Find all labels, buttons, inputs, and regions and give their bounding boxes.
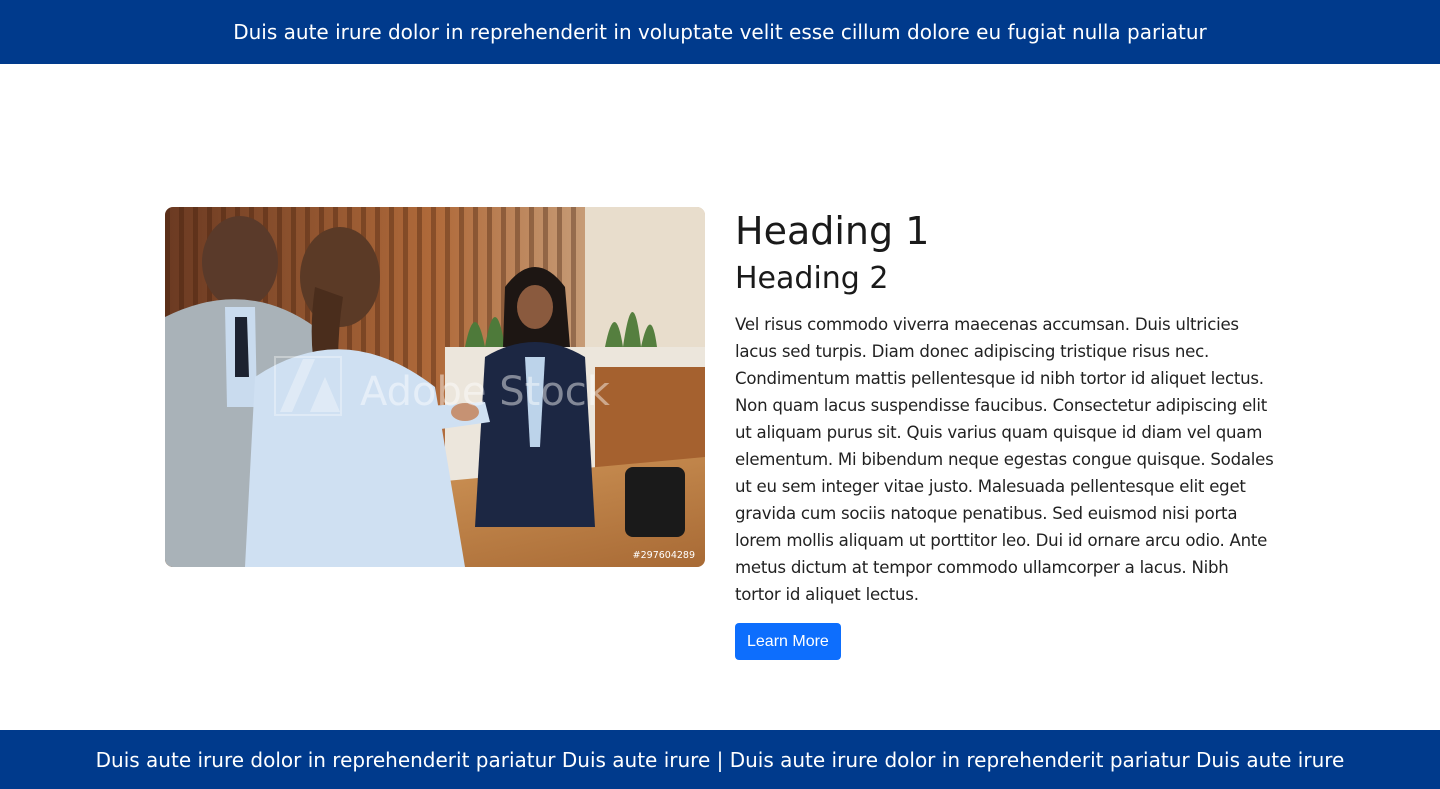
learn-more-button[interactable]: Learn More: [735, 623, 841, 660]
hero-image: Adobe Stock #297604289: [165, 207, 705, 567]
bottom-banner-text: Duis aute irure dolor in reprehenderit p…: [95, 747, 1345, 772]
bottom-banner: Duis aute irure dolor in reprehenderit p…: [0, 730, 1440, 789]
content-block: Heading 1 Heading 2 Vel risus commodo vi…: [735, 207, 1275, 660]
heading-1: Heading 1: [735, 209, 930, 253]
top-banner: Duis aute irure dolor in reprehenderit i…: [0, 0, 1440, 64]
body-paragraph: Vel risus commodo viverra maecenas accum…: [735, 315, 1274, 604]
stock-id-label: #297604289: [633, 550, 695, 561]
top-banner-text: Duis aute irure dolor in reprehenderit i…: [233, 20, 1207, 44]
watermark-text: Adobe Stock: [360, 369, 611, 415]
heading-2: Heading 2: [735, 261, 889, 296]
hero-photo: Adobe Stock #297604289: [165, 207, 705, 567]
